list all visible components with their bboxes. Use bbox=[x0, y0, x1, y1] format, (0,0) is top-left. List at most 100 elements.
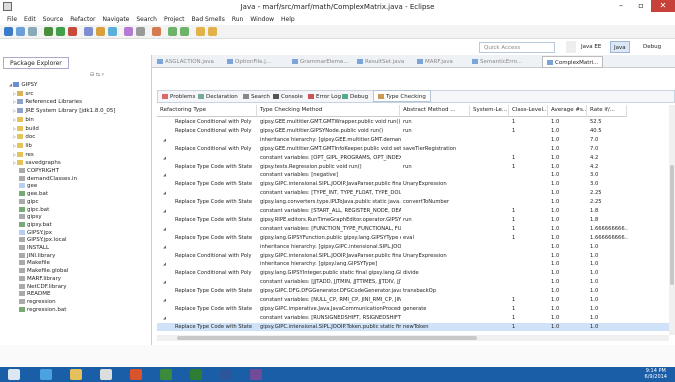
menu-item[interactable]: Window bbox=[250, 16, 274, 23]
close-button[interactable]: ✕ bbox=[651, 0, 675, 12]
expand-arrow-icon[interactable]: ◢ bbox=[163, 260, 166, 268]
table-row[interactable]: ◢ constant variables: [NULL_CP, RMI_CP, J… bbox=[157, 296, 669, 304]
expand-arrow-icon[interactable]: ◢ bbox=[163, 278, 166, 286]
new-icon[interactable] bbox=[4, 27, 13, 36]
menu-item[interactable]: Run bbox=[232, 16, 244, 23]
debug-icon[interactable] bbox=[44, 27, 53, 36]
search-icon[interactable] bbox=[136, 27, 145, 36]
table-row[interactable]: ◢ inheritance hierarchy: [gipsy.GIPC.inte… bbox=[157, 243, 669, 251]
new-java-project-icon[interactable] bbox=[84, 27, 93, 36]
forward-icon[interactable] bbox=[208, 27, 217, 36]
tree-item[interactable]: gipsy.bat bbox=[3, 221, 116, 230]
expand-arrow-icon[interactable]: ◢ bbox=[163, 243, 166, 251]
vertical-scrollbar[interactable] bbox=[669, 105, 675, 335]
chrome-icon[interactable] bbox=[160, 369, 172, 380]
tree-item[interactable]: MARF.library bbox=[3, 275, 116, 284]
menu-item[interactable]: Project bbox=[164, 16, 185, 23]
table-row[interactable]: Replace Type Code with State gipsy.RIPE.e… bbox=[157, 216, 669, 224]
firefox-icon[interactable] bbox=[130, 369, 142, 380]
table-row[interactable]: Replace Type Code with State gipsy.lang.G… bbox=[157, 234, 669, 242]
tree-item[interactable]: gipsy bbox=[3, 214, 116, 222]
run-icon[interactable] bbox=[56, 27, 65, 36]
column-header[interactable]: Refactoring Type bbox=[157, 105, 257, 117]
view-tab-console[interactable]: Console bbox=[273, 91, 303, 103]
expand-arrow-icon[interactable]: ◢ bbox=[163, 154, 166, 162]
expand-arrow-icon[interactable]: ◢ bbox=[163, 207, 166, 215]
column-header[interactable]: Abstract Method ... bbox=[400, 105, 470, 117]
menu-item[interactable]: Search bbox=[136, 16, 157, 23]
expand-arrow-icon[interactable]: ◢ bbox=[163, 296, 166, 304]
view-tab-problems[interactable]: Problems bbox=[162, 91, 195, 103]
horizontal-scrollbar[interactable] bbox=[157, 335, 669, 341]
column-header[interactable]: Type Checking Method bbox=[257, 105, 400, 117]
tree-item[interactable]: Makefile.global bbox=[3, 268, 116, 276]
open-type-icon[interactable] bbox=[124, 27, 133, 36]
expand-arrow-icon[interactable]: ◢ bbox=[163, 225, 166, 233]
table-row[interactable]: ◢ constant variables: [TYPE_INT, TYPE_FLO… bbox=[157, 189, 669, 197]
table-row[interactable]: Replace Type Code with State gipsy.GIPC.i… bbox=[157, 322, 669, 331]
project-gipsy[interactable]: ◢ GIPSY bbox=[3, 81, 116, 90]
column-header[interactable]: Class-Level... bbox=[509, 105, 548, 117]
file-explorer-icon[interactable] bbox=[70, 369, 82, 380]
open-perspective-icon[interactable] bbox=[566, 41, 576, 53]
column-header[interactable]: Rate if/... bbox=[587, 105, 627, 117]
quick-access-input[interactable]: Quick Access bbox=[479, 42, 555, 53]
table-row[interactable]: ◢ inheritance hierarchy: [gipsy.GEE.multi… bbox=[157, 136, 669, 144]
annotation-icon[interactable] bbox=[152, 27, 161, 36]
table-row[interactable]: ◢ constant variables: [JJTADD, JJTMIN, JJ… bbox=[157, 278, 669, 286]
tree-item[interactable]: ▷ src bbox=[3, 90, 116, 99]
tree-item[interactable]: regression bbox=[3, 298, 116, 307]
menu-item[interactable]: File bbox=[7, 16, 17, 23]
table-row[interactable]: ◢ constant variables: [START_ALL, REGISTE… bbox=[157, 207, 669, 215]
table-row[interactable]: Replace Conditional with Poly gipsy.GEE.m… bbox=[157, 127, 669, 135]
tree-item[interactable]: gipc bbox=[3, 198, 116, 207]
expand-arrow-icon[interactable]: ◢ bbox=[163, 171, 166, 179]
editor-tab[interactable]: MARF.java bbox=[417, 56, 453, 68]
new-class-icon[interactable] bbox=[108, 27, 117, 36]
view-tab-debug[interactable]: Debug bbox=[342, 91, 368, 103]
expand-arrow-icon[interactable]: ◢ bbox=[163, 189, 166, 197]
perspective-java-ee[interactable]: Java EE bbox=[578, 41, 604, 53]
expand-arrow-icon[interactable]: ◢ bbox=[163, 314, 166, 322]
excel-icon[interactable] bbox=[190, 369, 202, 380]
table-row[interactable]: Replace Conditional with Poly gipsy.GEE.m… bbox=[157, 145, 669, 153]
prev-annotation-icon[interactable] bbox=[180, 27, 189, 36]
perspective-java[interactable]: Java bbox=[610, 41, 630, 53]
tree-item[interactable]: gee bbox=[3, 183, 116, 191]
media-player-icon[interactable] bbox=[100, 369, 112, 380]
editor-tab[interactable]: ResultSet.java bbox=[357, 56, 404, 68]
tree-item[interactable]: GIPSY.jpx bbox=[3, 229, 116, 238]
column-header[interactable]: Average #s... bbox=[548, 105, 587, 117]
save-icon[interactable] bbox=[16, 27, 25, 36]
tree-item[interactable]: GIPSY.jpx.local bbox=[3, 237, 116, 245]
menu-item[interactable]: Edit bbox=[24, 16, 36, 23]
tree-item[interactable]: gipc.bat bbox=[3, 206, 116, 215]
table-row[interactable]: Replace Type Code with State gipsy.lang.c… bbox=[157, 198, 669, 206]
table-row[interactable]: ◢ constant variables: [FUNCTION_TYPE_FUNC… bbox=[157, 225, 669, 233]
table-row[interactable]: ◢ constant variables: [RUNSIGNEDSHIFT, RS… bbox=[157, 314, 669, 322]
menu-item[interactable]: Refactor bbox=[70, 16, 95, 23]
start-icon[interactable] bbox=[8, 369, 20, 380]
tree-item[interactable]: ▷ bin bbox=[3, 116, 116, 125]
table-row[interactable]: ◢ constant variables: [negative] 1.0 3.0 bbox=[157, 171, 669, 179]
view-tab-search[interactable]: Search bbox=[243, 91, 270, 103]
tree-item[interactable]: COPYRIGHT bbox=[3, 168, 116, 176]
tree-item[interactable]: gee.bat bbox=[3, 191, 116, 199]
tree-item[interactable]: ▷ Referenced Libraries bbox=[3, 98, 116, 107]
table-row[interactable]: Replace Conditional with Poly gipsy.lang.… bbox=[157, 269, 669, 277]
tree-item[interactable]: ▷ JRE System Library [jdk1.8.0_05] bbox=[3, 107, 116, 116]
editor-tab[interactable]: OptionFile.j... bbox=[227, 56, 271, 68]
table-row[interactable]: Replace Type Code with State gipsy.GIPC.i… bbox=[157, 305, 669, 313]
tree-item[interactable]: ▷ savedgraphs bbox=[3, 159, 116, 168]
tree-item[interactable]: INSTALL bbox=[3, 245, 116, 253]
view-tab-declaration[interactable]: Declaration bbox=[198, 91, 238, 103]
tree-item[interactable]: ▷ res bbox=[3, 151, 116, 160]
perspective-debug[interactable]: Debug bbox=[640, 41, 664, 53]
next-annotation-icon[interactable] bbox=[168, 27, 177, 36]
menu-item[interactable]: Bad Smells bbox=[192, 16, 225, 23]
minimize-button[interactable]: – bbox=[611, 0, 631, 12]
back-icon[interactable] bbox=[196, 27, 205, 36]
tree-item[interactable]: NetCDF.library bbox=[3, 283, 116, 292]
table-row[interactable]: Replace Type Code with State gipsy.GIPC.D… bbox=[157, 287, 669, 295]
tree-item[interactable]: ▷ lib bbox=[3, 142, 116, 151]
